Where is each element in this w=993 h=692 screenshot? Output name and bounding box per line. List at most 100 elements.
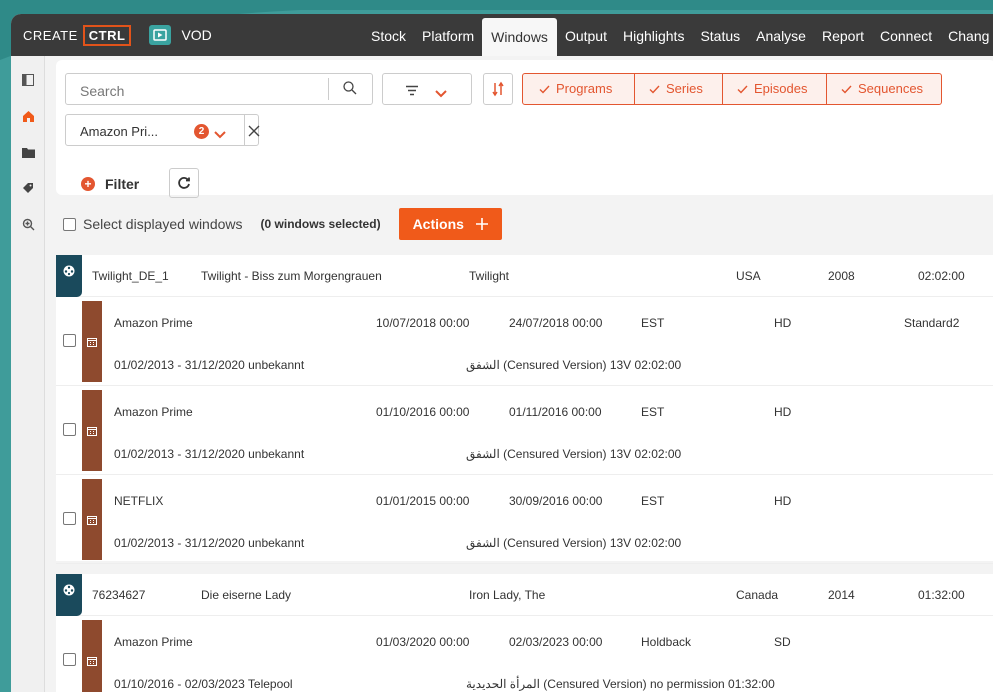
toggle-programs-label: Programs <box>556 81 613 96</box>
window-row[interactable]: Amazon Prime 01/10/2016 00:00 01/11/2016… <box>56 387 993 475</box>
check-icon <box>737 85 748 94</box>
window-type: EST <box>641 405 665 419</box>
nav-analyse[interactable]: Analyse <box>748 14 814 56</box>
actions-button[interactable]: Actions <box>398 208 502 240</box>
title-id: Twilight_DE_1 <box>92 269 169 283</box>
title-name: Die eiserne Lady <box>201 588 292 602</box>
calendar-icon <box>82 390 102 471</box>
platform-chip-label: Amazon Pri... <box>80 124 159 139</box>
sort-order-icon <box>492 81 504 97</box>
search-divider <box>328 78 329 100</box>
nav-output[interactable]: Output <box>557 14 615 56</box>
search-input[interactable]: Search <box>80 83 124 99</box>
version-info: المرأة الحديدية (Censured Version) no pe… <box>466 677 775 691</box>
film-reel-icon <box>56 574 82 616</box>
window-type: EST <box>641 316 665 330</box>
refresh-button[interactable] <box>169 168 199 198</box>
nav-change[interactable]: Chang <box>940 14 993 56</box>
brand-logo[interactable]: CREATE CTRL <box>23 24 132 46</box>
sort-dropdown[interactable] <box>382 73 472 105</box>
chevron-down-icon <box>435 85 447 103</box>
check-icon <box>539 85 550 94</box>
search-box[interactable]: Search <box>65 73 373 105</box>
nav-status[interactable]: Status <box>692 14 748 56</box>
platform-name: Amazon Prime <box>114 316 193 330</box>
version-info: الشفق (Censured Version) 13V 02:02:00 <box>466 536 682 550</box>
toggle-sequences-label: Sequences <box>858 81 924 96</box>
select-all-label: Select displayed windows <box>83 216 243 232</box>
top-navigation-bar: CREATE CTRL VOD Stock Platform Windows O… <box>11 14 993 56</box>
nav-connect[interactable]: Connect <box>872 14 940 56</box>
sort-order-button[interactable] <box>483 73 513 105</box>
window-checkbox[interactable] <box>63 334 76 347</box>
select-all-checkbox[interactable] <box>63 217 76 231</box>
close-icon[interactable] <box>248 124 260 142</box>
original-title: Twilight <box>469 269 510 283</box>
platform-filter-chip[interactable]: Amazon Pri... 2 <box>65 114 260 146</box>
search-icon[interactable] <box>342 80 358 101</box>
brand-ctrl: CTRL <box>82 24 132 46</box>
calendar-icon <box>82 620 102 692</box>
refresh-icon <box>178 177 190 189</box>
duration: 02:02:00 <box>918 269 965 283</box>
add-filter-button[interactable]: + Filter <box>81 176 139 192</box>
nav-platform[interactable]: Platform <box>414 14 482 56</box>
tag-icon[interactable] <box>11 178 45 198</box>
title-id: 76234627 <box>92 588 146 602</box>
toggle-episodes[interactable]: Episodes <box>723 74 827 104</box>
country: Canada <box>736 588 779 602</box>
main-nav: Stock Platform Windows Output Highlights… <box>363 14 993 56</box>
window-type: Holdback <box>641 635 692 649</box>
rights-period: 01/02/2013 - 31/12/2020 unbekannt <box>114 536 305 550</box>
selected-count: (0 windows selected) <box>260 217 381 231</box>
toggle-programs[interactable]: Programs <box>523 74 635 104</box>
filter-panel: Search Programs Series Episodes Sequence… <box>56 60 993 198</box>
window-row[interactable]: Amazon Prime 10/07/2018 00:00 24/07/2018… <box>56 298 993 386</box>
nav-stock[interactable]: Stock <box>363 14 414 56</box>
platform-count-badge: 2 <box>194 124 209 139</box>
module-label[interactable]: VOD <box>181 27 211 43</box>
window-checkbox[interactable] <box>63 423 76 436</box>
duration: 01:32:00 <box>918 588 965 602</box>
window-checkbox[interactable] <box>63 512 76 525</box>
original-title: Iron Lady, The <box>469 588 546 602</box>
window-start: 01/10/2016 00:00 <box>376 405 470 419</box>
year: 2008 <box>828 269 855 283</box>
window-row[interactable]: Amazon Prime 01/03/2020 00:00 02/03/2023… <box>56 617 993 692</box>
check-icon <box>841 85 852 94</box>
toggle-series[interactable]: Series <box>635 74 723 104</box>
filter-label: Filter <box>105 176 140 192</box>
collapse-panel-icon[interactable] <box>11 70 45 90</box>
film-reel-icon <box>56 255 82 297</box>
window-type: EST <box>641 494 665 508</box>
nav-report[interactable]: Report <box>814 14 872 56</box>
year: 2014 <box>828 588 855 602</box>
title-row[interactable]: 76234627 Die eiserne Lady Iron Lady, The… <box>56 574 993 616</box>
vod-icon[interactable] <box>149 25 172 45</box>
sort-lines-icon <box>405 83 419 101</box>
toggle-sequences[interactable]: Sequences <box>827 74 941 104</box>
content-type-toggles: Programs Series Episodes Sequences <box>522 73 942 105</box>
title-row[interactable]: Twilight_DE_1 Twilight - Biss zum Morgen… <box>56 255 993 297</box>
window-checkbox[interactable] <box>63 653 76 666</box>
window-quality: HD <box>774 494 792 508</box>
window-start: 01/01/2015 00:00 <box>376 494 470 508</box>
app-window: CREATE CTRL VOD Stock Platform Windows O… <box>11 14 993 692</box>
chevron-down-icon[interactable] <box>214 126 226 144</box>
window-quality: SD <box>774 635 791 649</box>
country: USA <box>736 269 761 283</box>
home-icon[interactable] <box>11 106 45 126</box>
folder-icon[interactable] <box>11 142 45 162</box>
window-end: 02/03/2023 00:00 <box>509 635 603 649</box>
nav-highlights[interactable]: Highlights <box>615 14 692 56</box>
title-group: Twilight_DE_1 Twilight - Biss zum Morgen… <box>56 255 993 564</box>
zoom-in-icon[interactable] <box>11 214 45 234</box>
actions-label: Actions <box>412 216 464 232</box>
sidebar <box>11 56 45 692</box>
nav-windows[interactable]: Windows <box>482 18 557 56</box>
title-name: Twilight - Biss zum Morgengrauen <box>201 269 382 283</box>
window-row[interactable]: NETFLIX 01/01/2015 00:00 30/09/2016 00:0… <box>56 476 993 564</box>
toggle-episodes-label: Episodes <box>754 81 808 96</box>
title-group: 76234627 Die eiserne Lady Iron Lady, The… <box>56 574 993 692</box>
window-end: 24/07/2018 00:00 <box>509 316 603 330</box>
